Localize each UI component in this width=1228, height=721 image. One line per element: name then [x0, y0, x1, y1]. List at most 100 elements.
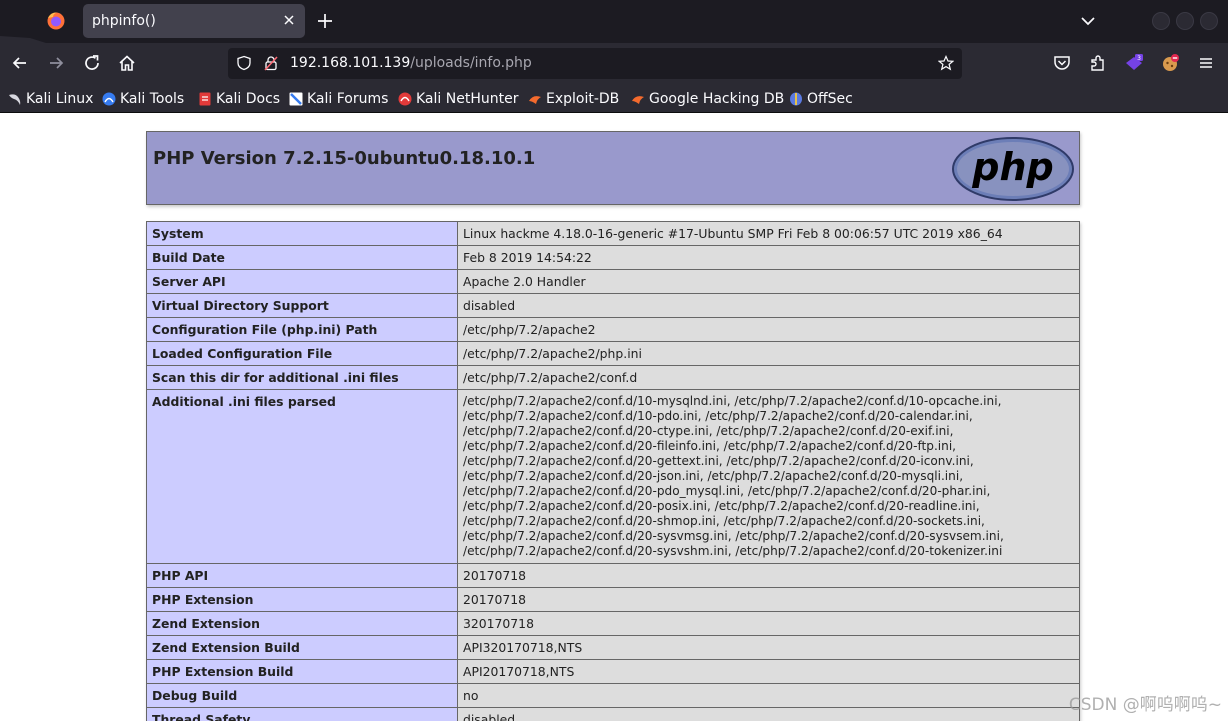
kali-forums-icon	[289, 92, 303, 106]
bookmark-google-hacking-db[interactable]: Google Hacking DB	[631, 89, 784, 109]
info-key: Configuration File (php.ini) Path	[146, 317, 458, 342]
table-row: Scan this dir for additional .ini files /…	[146, 365, 1080, 390]
bookmark-label: Kali Tools	[120, 91, 185, 107]
table-row: System Linux hackme 4.18.0-16-generic #17…	[146, 221, 1080, 246]
tab-bar: phpinfo()	[0, 0, 1228, 43]
minimize-button[interactable]	[1152, 12, 1170, 30]
watermark-text: CSDN @啊呜啊呜~	[1068, 695, 1222, 715]
table-row: Debug Build no	[146, 683, 1080, 708]
info-value: disabled	[457, 707, 1080, 721]
kali-tools-icon	[102, 92, 116, 106]
bookmark-offsec[interactable]: OffSec	[789, 89, 853, 109]
pocket-icon[interactable]	[1052, 53, 1072, 73]
info-value: /etc/php/7.2/apache2/conf.d	[457, 365, 1080, 390]
table-row: Thread Safety disabled	[146, 707, 1080, 721]
bookmark-label: Kali NetHunter	[416, 91, 519, 107]
bookmark-kali-tools[interactable]: Kali Tools	[102, 89, 184, 109]
extensions-puzzle-icon[interactable]	[1088, 53, 1108, 73]
bookmark-exploit-db[interactable]: Exploit-DB	[528, 89, 619, 109]
info-value: /etc/php/7.2/apache2/php.ini	[457, 341, 1080, 366]
php-version-header: PHP Version 7.2.15-0ubuntu0.18.10.1 php	[146, 131, 1080, 205]
chevron-down-icon[interactable]	[1078, 11, 1098, 31]
table-row: Zend Extension 320170718	[146, 611, 1080, 636]
tab-title: phpinfo()	[92, 13, 156, 29]
bookmark-kali-nethunter[interactable]: Kali NetHunter	[398, 89, 518, 109]
info-key: Virtual Directory Support	[146, 293, 458, 318]
info-value: /etc/php/7.2/apache2/conf.d/10-mysqlnd.i…	[457, 389, 1080, 564]
kali-docs-icon	[199, 92, 211, 106]
info-key: Thread Safety	[146, 707, 458, 721]
bookmark-label: Kali Docs	[216, 91, 281, 107]
table-row: Zend Extension Build API320170718,NTS	[146, 635, 1080, 660]
php-logo-text: php	[971, 145, 1053, 189]
info-key: Build Date	[146, 245, 458, 270]
bookmark-label: Google Hacking DB	[649, 91, 785, 107]
forward-arrow-icon[interactable]	[46, 53, 66, 73]
ghdb-icon	[632, 96, 644, 104]
table-row: PHP API 20170718	[146, 563, 1080, 588]
extension-badge: 3	[1137, 55, 1141, 62]
bookmark-label: Exploit-DB	[546, 91, 620, 107]
info-value: 20170718	[457, 587, 1080, 612]
info-key: PHP Extension	[146, 587, 458, 612]
tab-corner-decoration	[0, 36, 46, 43]
info-key: Debug Build	[146, 683, 458, 708]
bookmarks-toolbar: Kali Linux Kali Tools Kali Docs Kali For…	[0, 84, 1228, 113]
php-info-table-body: System Linux hackme 4.18.0-16-generic #17…	[146, 221, 1080, 721]
php-logo[interactable]: php	[951, 136, 1075, 202]
info-key: Additional .ini files parsed	[146, 389, 458, 564]
info-key: System	[146, 221, 458, 246]
bookmark-kali-linux[interactable]: Kali Linux	[8, 89, 93, 109]
info-key: Loaded Configuration File	[146, 341, 458, 366]
info-value: API320170718,NTS	[457, 635, 1080, 660]
info-value: disabled	[457, 293, 1080, 318]
url-host: 192.168.101.139	[290, 55, 411, 71]
info-value: 320170718	[457, 611, 1080, 636]
back-arrow-icon[interactable]	[10, 53, 30, 73]
maximize-button[interactable]	[1176, 12, 1194, 30]
info-value: API20170718,NTS	[457, 659, 1080, 684]
info-key: Zend Extension Build	[146, 635, 458, 660]
info-key: Scan this dir for additional .ini files	[146, 365, 458, 390]
info-value: Apache 2.0 Handler	[457, 269, 1080, 294]
extension-shield-icon[interactable]: 3	[1124, 53, 1144, 73]
bookmark-label: Kali Linux	[26, 91, 94, 107]
window-close-button[interactable]	[1200, 12, 1218, 30]
info-key: Server API	[146, 269, 458, 294]
shield-icon[interactable]	[236, 55, 252, 71]
bookmark-kali-forums[interactable]: Kali Forums	[289, 89, 388, 109]
new-tab-icon[interactable]	[315, 11, 335, 31]
bookmark-label: OffSec	[807, 91, 853, 107]
offsec-icon	[790, 92, 802, 106]
url-path: /uploads/info.php	[410, 55, 532, 71]
table-row: Virtual Directory Support disabled	[146, 293, 1080, 318]
info-value: 20170718	[457, 563, 1080, 588]
firefox-view-icon[interactable]	[44, 9, 68, 33]
bookmark-label: Kali Forums	[307, 91, 389, 107]
home-icon[interactable]	[117, 53, 137, 73]
page-content: PHP Version 7.2.15-0ubuntu0.18.10.1 php …	[0, 114, 1228, 721]
table-row: Configuration File (php.ini) Path/etc/ph…	[146, 317, 1080, 342]
info-value: /etc/php/7.2/apache2	[457, 317, 1080, 342]
kali-nethunter-icon	[398, 92, 412, 106]
table-row: Build Date Feb 8 2019 14:54:22	[146, 245, 1080, 270]
info-value: Feb 8 2019 14:54:22	[457, 245, 1080, 270]
url-text[interactable]: 192.168.101.139/uploads/info.php	[290, 55, 532, 71]
exploit-db-icon	[529, 96, 541, 104]
page-title: PHP Version 7.2.15-0ubuntu0.18.10.1	[153, 148, 536, 169]
info-key: Zend Extension	[146, 611, 458, 636]
insecure-lock-icon[interactable]	[263, 55, 279, 71]
php-info-table: System Linux hackme 4.18.0-16-generic #17…	[146, 221, 1080, 721]
url-bar[interactable]: 192.168.101.139/uploads/info.php	[228, 48, 962, 79]
info-value: Linux hackme 4.18.0-16-generic #17-Ubunt…	[457, 221, 1080, 246]
kali-dragon-icon	[9, 94, 21, 105]
cookie-extension-icon[interactable]	[1160, 53, 1180, 73]
tab-phpinfo[interactable]: phpinfo()	[83, 4, 305, 38]
bookmark-kali-docs[interactable]: Kali Docs	[198, 89, 280, 109]
info-value: no	[457, 683, 1080, 708]
close-icon[interactable]	[281, 12, 297, 28]
menu-hamburger-icon[interactable]	[1196, 53, 1216, 73]
reload-icon[interactable]	[82, 53, 102, 73]
table-row: Additional .ini files parsed/etc/php/7.2…	[146, 389, 1080, 564]
bookmark-star-icon[interactable]	[938, 55, 954, 71]
